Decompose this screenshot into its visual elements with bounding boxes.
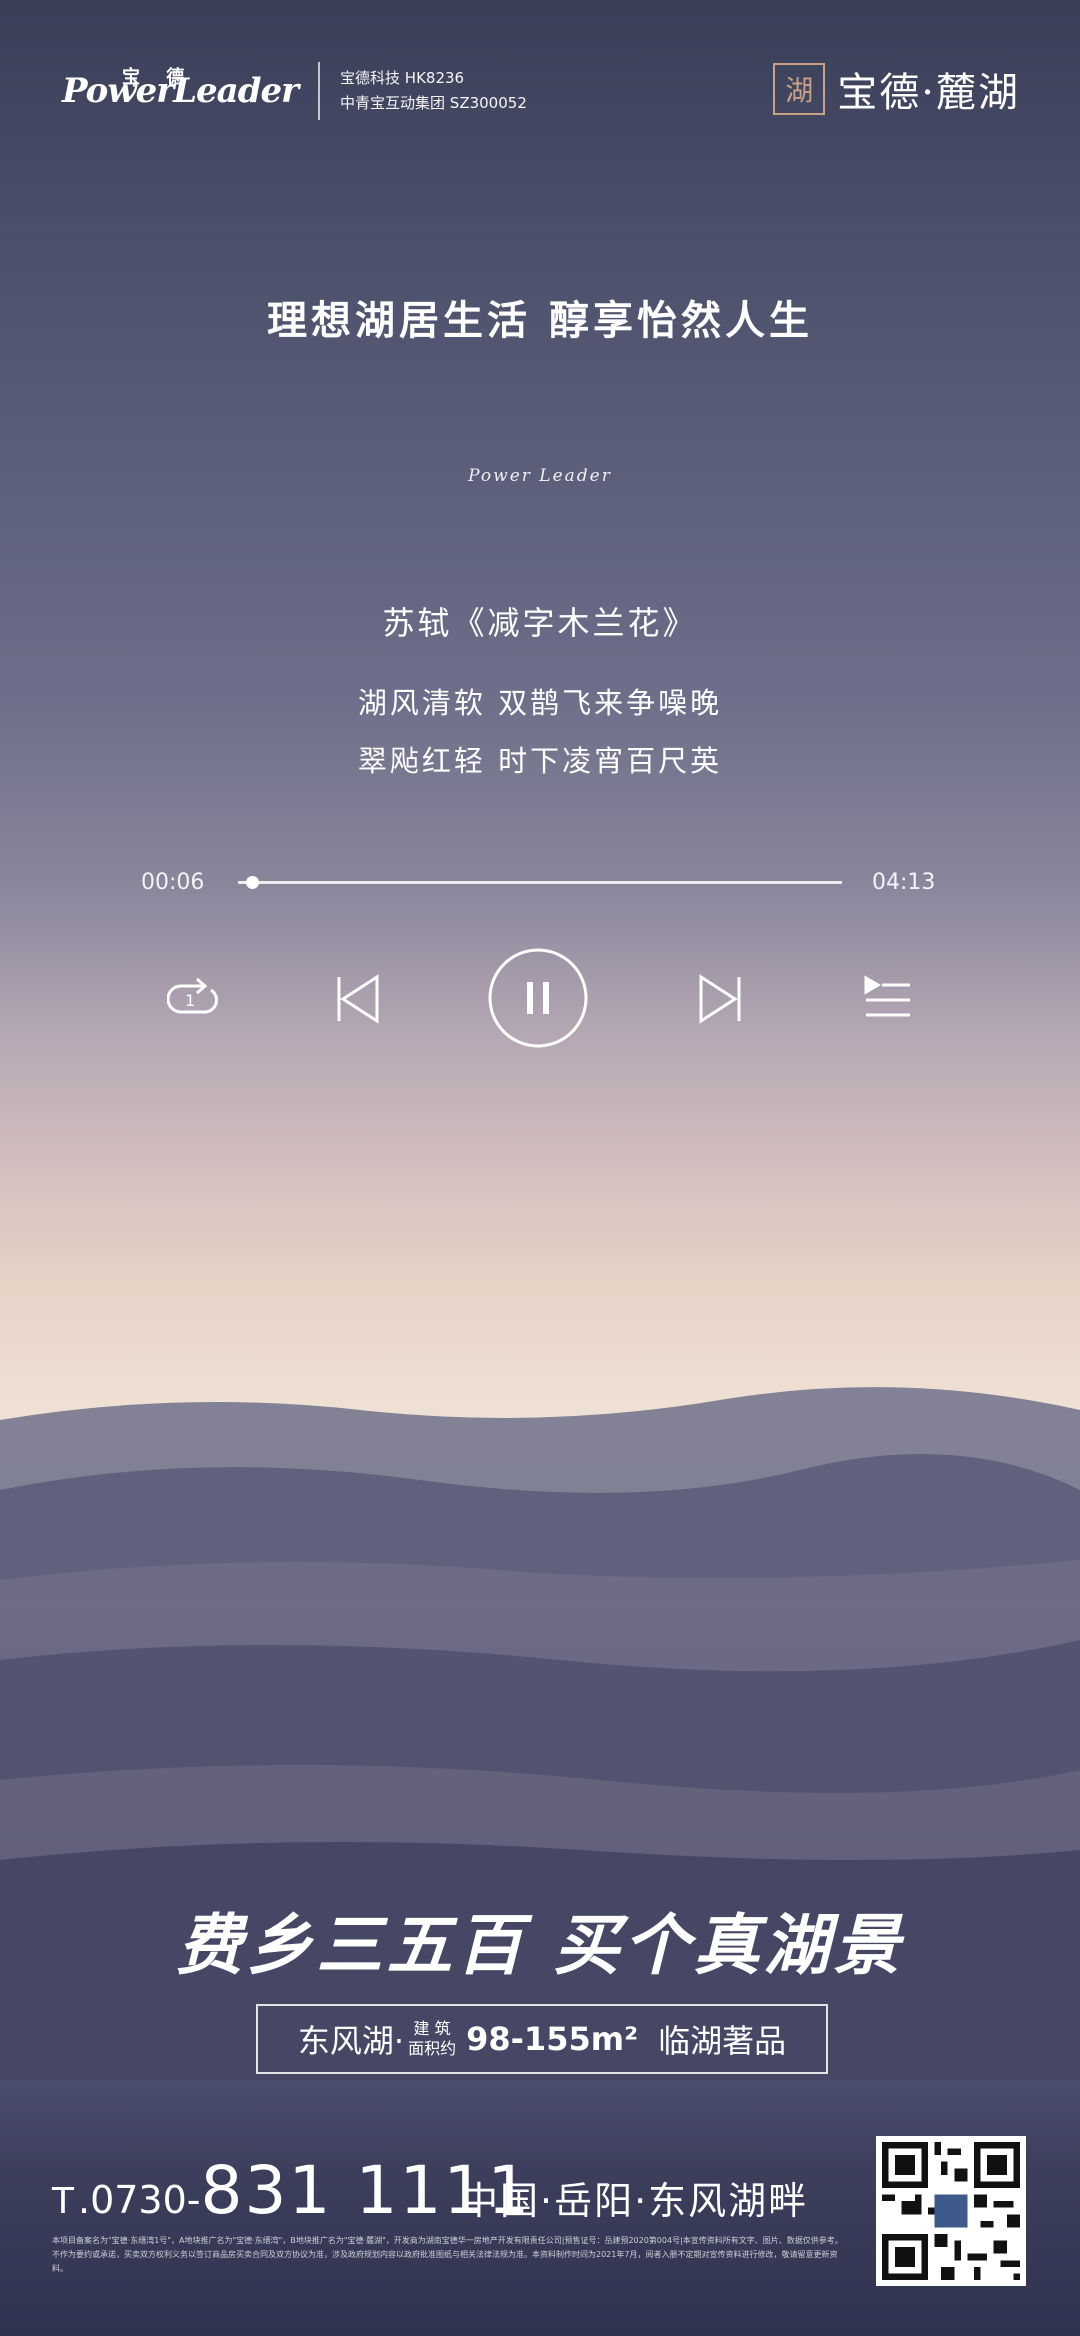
next-icon[interactable] <box>682 960 760 1038</box>
pause-button[interactable] <box>486 946 590 1050</box>
powerleader-brand: 宝 德 PowerLeader 宝德科技 HK8236 中青宝互动集团 SZ30… <box>62 62 527 120</box>
poem-line-1: 湖风清软 双鹊飞来争噪晚 <box>357 686 723 720</box>
script-signature: Power Leader <box>468 466 612 486</box>
disclaimer-line-2: 不作为要约或承诺，买卖双方权利义务以签订商品房买卖合同及双方协议为准，涉及政府规… <box>52 2250 838 2273</box>
tagline-desc: 临湖著品 <box>658 2022 787 2060</box>
tagline-box: 东风湖· 建 筑 面积约 98-155m² 临湖著品 <box>256 2004 828 2074</box>
area-label-top: 建 筑 <box>413 2019 451 2038</box>
progress-bar[interactable] <box>238 881 842 884</box>
disclaimer-line-1: 本项目备案名为"宝德·东缙湾1号"，A地块推广名为"宝德·东缙湾"，B地块推广名… <box>52 2236 843 2245</box>
progress-handle[interactable] <box>245 876 259 889</box>
headline: 理想湖居生活 醇享怡然人生 <box>267 298 813 344</box>
qr-code[interactable] <box>876 2136 1026 2286</box>
area-range: 98-155m² <box>466 2020 639 2058</box>
svg-text:1: 1 <box>185 991 195 1010</box>
area-label-bottom: 面积约 <box>408 2039 457 2058</box>
calligraphy-slogan: 费乡三五百 买个真湖景 <box>176 1906 904 1984</box>
powerleader-logo: 宝 德 PowerLeader <box>62 67 299 111</box>
project-seal-icon: 湖 <box>773 63 826 115</box>
qr-code-icon <box>882 2142 1020 2280</box>
total-time: 04:13 <box>872 870 936 895</box>
stock-line-1: 宝德科技 HK8236 <box>340 69 465 87</box>
poem-line-2: 翠飐红轻 时下凌宵百尺英 <box>357 744 723 778</box>
playlist-icon[interactable] <box>848 960 926 1038</box>
logo-chinese: 宝 德 <box>122 67 195 88</box>
project-name: 宝德·麓湖 <box>837 70 1020 116</box>
brand-divider <box>318 62 321 120</box>
current-time: 00:06 <box>141 870 205 895</box>
phone-icon: T <box>52 2181 74 2222</box>
pause-icon <box>488 948 588 1048</box>
poem-title: 苏轼《减字木兰花》 <box>382 604 698 642</box>
lake-name: 东风湖· <box>297 2022 405 2060</box>
project-brand: 湖 宝德·麓湖 <box>773 60 1020 118</box>
location-text: 中国·岳阳·东风湖畔 <box>460 2179 809 2223</box>
repeat-one-icon[interactable]: 1 <box>156 960 234 1038</box>
area-code: .0730- <box>78 2178 201 2222</box>
stock-info: 宝德科技 HK8236 中青宝互动集团 SZ300052 <box>340 66 527 116</box>
disclaimer: 本项目备案名为"宝德·东缙湾1号"，A地块推广名为"宝德·东缙湾"，B地块推广名… <box>52 2234 852 2276</box>
previous-icon[interactable] <box>318 960 396 1038</box>
area-label: 建 筑 面积约 <box>408 2019 456 2059</box>
stock-line-2: 中青宝互动集团 SZ300052 <box>340 94 527 112</box>
